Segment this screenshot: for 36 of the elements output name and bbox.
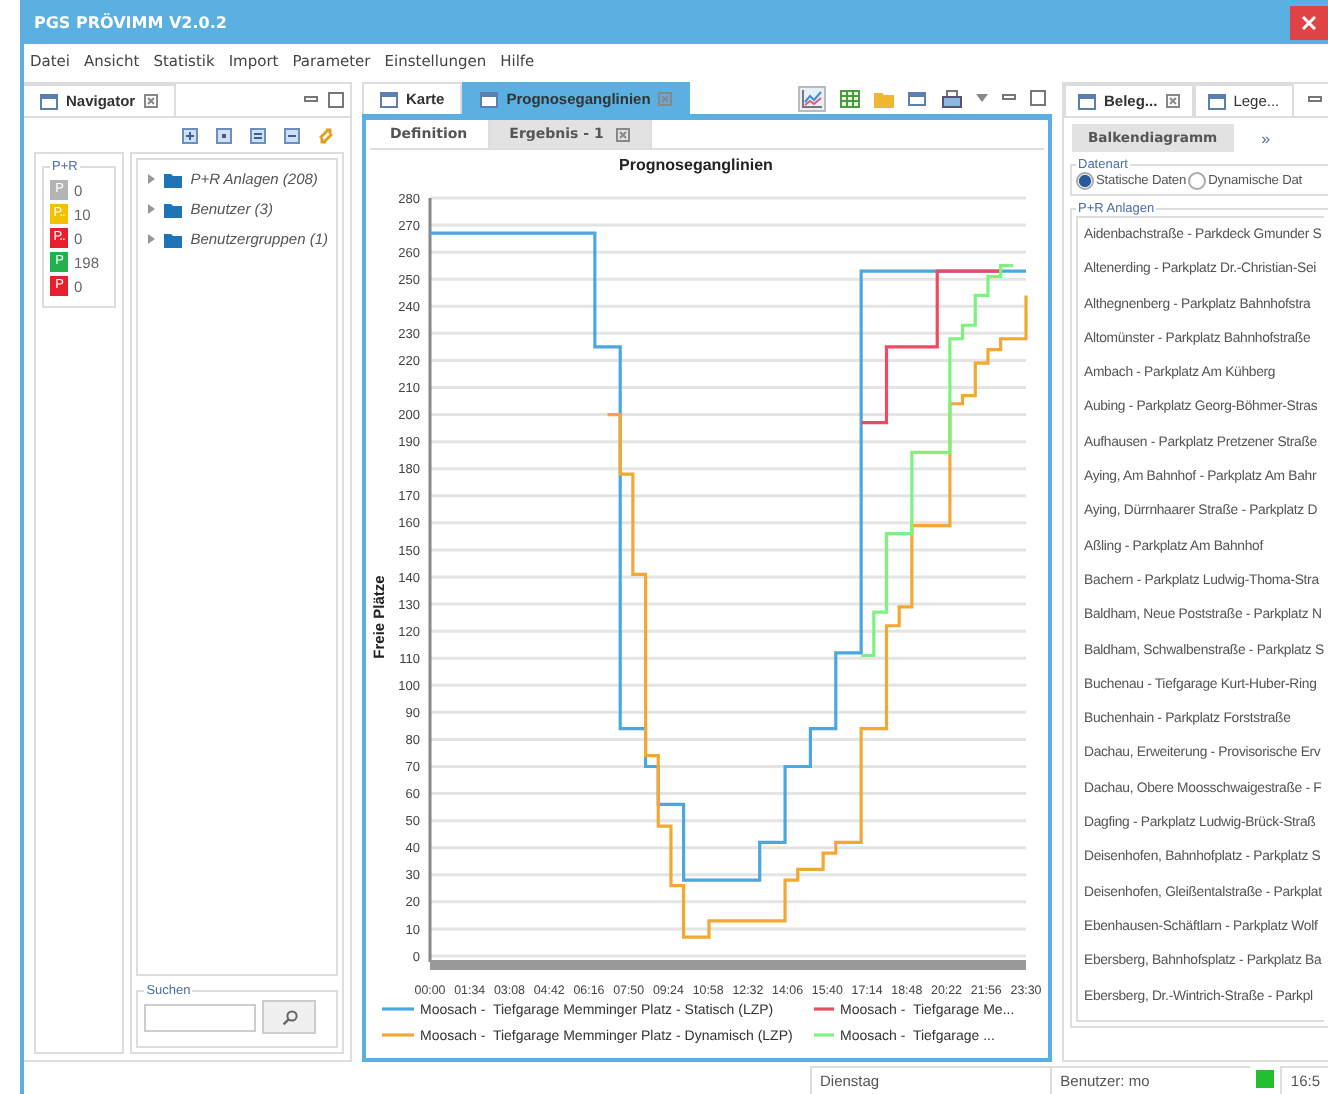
table-icon[interactable] [840,89,860,107]
expander-icon[interactable] [146,234,157,244]
line-chart-icon[interactable] [802,89,822,107]
window-icon [480,91,499,107]
close-button[interactable] [1290,6,1328,40]
close-icon[interactable] [1165,94,1180,108]
window-icon[interactable] [908,89,928,107]
maximize-icon[interactable] [1030,90,1046,106]
radio-button[interactable] [1076,172,1094,190]
radio-button[interactable] [1188,172,1207,190]
window-icon [40,93,58,109]
close-icon [1302,16,1316,30]
arrows-icon[interactable] [318,128,334,144]
window-icon [1207,93,1226,109]
close-icon[interactable] [143,94,158,108]
search-icon [281,1009,298,1025]
minimize-icon[interactable] [304,96,318,104]
window-icon [380,91,398,107]
search-button[interactable] [262,1000,317,1034]
close-icon[interactable] [615,127,630,141]
minimize-icon[interactable] [1308,96,1322,104]
expander-icon[interactable] [146,174,157,184]
printer-icon[interactable] [942,89,962,107]
more-tabs-button[interactable]: » [1261,129,1271,147]
chart-title: Prognoseganglinien [619,156,773,174]
expander-icon[interactable] [146,204,157,214]
dropdown-icon[interactable] [976,94,988,102]
plus-box-icon[interactable] [182,128,198,144]
search-field[interactable] [144,1003,257,1031]
window-icon [1078,93,1096,109]
maximize-icon[interactable] [328,92,344,108]
dot-box-icon[interactable] [216,128,232,144]
lines-box-icon[interactable] [250,128,266,144]
window-title: PGS PRÖVIMM V2.0.2 [32,13,227,31]
minimize-icon[interactable] [1002,94,1016,102]
minus-box-icon[interactable] [284,128,300,144]
